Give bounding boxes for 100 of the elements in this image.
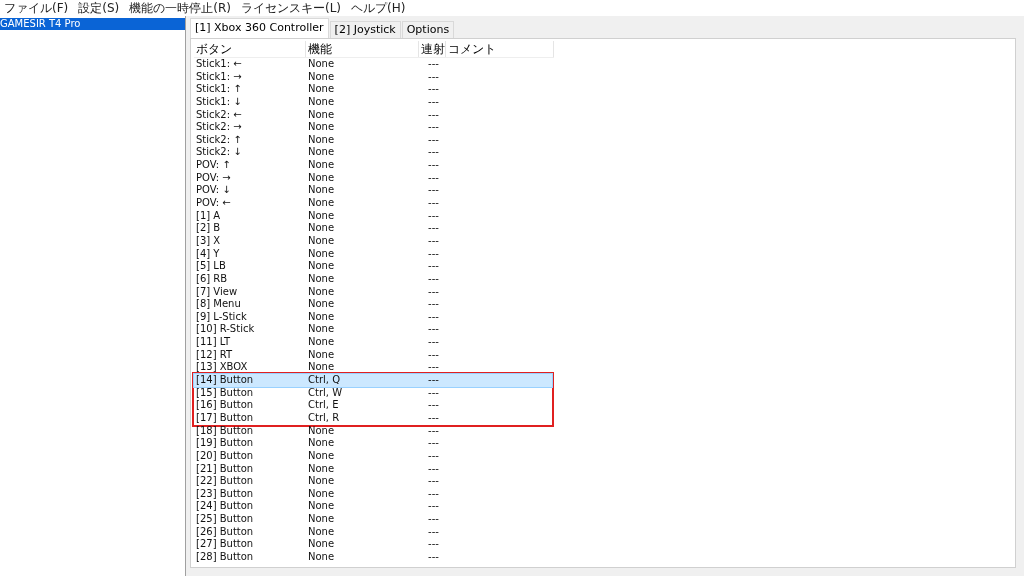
- table-row[interactable]: POV: ↓ None ---: [194, 184, 552, 198]
- device-item[interactable]: GAMESIR T4 Pro: [0, 18, 185, 30]
- table-cell-text: [7] View: [195, 285, 239, 299]
- table-cell-text: ---: [427, 234, 440, 248]
- table-row[interactable]: [8] Menu None ---: [194, 298, 552, 311]
- table-cell-text: ---: [427, 348, 440, 362]
- table-cell-text: [9] L-Stick: [195, 310, 248, 324]
- table-cell-text: None: [307, 361, 336, 374]
- table-cell-text: None: [307, 260, 336, 273]
- table-row[interactable]: [21] Button None ---: [194, 462, 552, 476]
- menu-item[interactable]: ライセンスキー(L): [240, 0, 341, 16]
- table-cell-text: [13] XBOX: [195, 361, 249, 374]
- table-cell-text: ---: [427, 437, 440, 450]
- table-cell-text: [25] Button: [195, 513, 255, 526]
- table-cell-text: POV: ←: [195, 197, 232, 210]
- table-row[interactable]: [20] Button None ---: [194, 449, 552, 463]
- table-row[interactable]: [22] Button None ---: [194, 475, 552, 488]
- table-row[interactable]: [1] A None ---: [194, 209, 552, 223]
- table-cell-text: [27] Button: [195, 538, 255, 551]
- table-cell-text: ---: [427, 513, 440, 526]
- table-cell-text: ---: [427, 298, 440, 311]
- table-cell-text: ---: [427, 159, 440, 172]
- table-row[interactable]: Stick1: ↑ None ---: [194, 83, 552, 96]
- column-header[interactable]: 機能: [306, 41, 419, 57]
- tab[interactable]: [2] Joystick: [329, 21, 401, 38]
- table-row[interactable]: [15] Button Ctrl, W ---: [194, 386, 552, 400]
- table-row[interactable]: POV: ↑ None ---: [194, 159, 552, 172]
- table-row[interactable]: [10] R-Stick None ---: [194, 323, 552, 337]
- menu-item[interactable]: ヘルプ(H): [351, 0, 406, 16]
- table-row[interactable]: [28] Button None ---: [194, 551, 552, 564]
- table-row[interactable]: Stick1: ↓ None ---: [194, 95, 552, 109]
- table-row[interactable]: [26] Button None ---: [194, 525, 552, 539]
- table-row[interactable]: Stick2: ← None ---: [194, 108, 552, 122]
- table-row[interactable]: [13] XBOX None ---: [194, 361, 552, 374]
- table-cell-text: POV: ↓: [195, 184, 232, 198]
- table-cell-text: [11] LT: [195, 336, 231, 349]
- table-cell-text: None: [307, 197, 336, 210]
- table-cell-text: None: [307, 70, 336, 84]
- table-cell-text: ---: [427, 209, 440, 223]
- table-row[interactable]: Stick2: ↓ None ---: [194, 146, 552, 160]
- table-row[interactable]: [16] Button Ctrl, E ---: [194, 399, 552, 412]
- table-cell-text: None: [307, 348, 336, 362]
- table-cell-text: ---: [427, 399, 440, 412]
- table-cell-text: ---: [427, 538, 440, 551]
- column-header[interactable]: コメント: [446, 41, 554, 57]
- table-cell-text: [1] A: [195, 209, 222, 223]
- menu-item[interactable]: ファイル(F): [4, 0, 69, 16]
- table-row[interactable]: [25] Button None ---: [194, 513, 552, 526]
- table-cell-text: [10] R-Stick: [195, 323, 256, 337]
- table-cell-text: [14] Button: [195, 374, 255, 387]
- table-cell-text: ---: [427, 58, 440, 71]
- table-row[interactable]: POV: ← None ---: [194, 197, 552, 210]
- table-row[interactable]: [12] RT None ---: [194, 348, 552, 362]
- table-row[interactable]: Stick2: ↑ None ---: [194, 133, 552, 147]
- table-cell-text: ---: [427, 411, 440, 425]
- table-cell-text: None: [307, 146, 336, 160]
- table-cell-text: None: [307, 462, 336, 476]
- table-row[interactable]: [23] Button None ---: [194, 487, 552, 501]
- table-cell-text: None: [307, 95, 336, 109]
- table-cell-text: Ctrl, R: [307, 411, 341, 425]
- table-cell-text: ---: [427, 260, 440, 273]
- table-row[interactable]: [2] B None ---: [194, 222, 552, 235]
- table-row[interactable]: Stick2: → None ---: [194, 121, 552, 134]
- table-row[interactable]: [3] X None ---: [194, 234, 552, 248]
- table-row[interactable]: [6] RB None ---: [194, 272, 552, 286]
- table-row[interactable]: [18] Button None ---: [194, 424, 552, 438]
- table-cell-text: ---: [427, 310, 440, 324]
- column-header[interactable]: ボタン: [194, 41, 306, 57]
- table-row[interactable]: [14] Button Ctrl, Q ---: [194, 374, 552, 387]
- table-cell-text: [12] RT: [195, 348, 234, 362]
- table-row[interactable]: [24] Button None ---: [194, 500, 552, 514]
- table-row[interactable]: [4] Y None ---: [194, 247, 552, 261]
- table-cell-text: Ctrl, E: [307, 399, 340, 412]
- tab[interactable]: Options: [401, 21, 455, 38]
- table-cell-text: None: [307, 272, 336, 286]
- table-row[interactable]: POV: → None ---: [194, 171, 552, 185]
- menu-item[interactable]: 機能の一時停止(R): [129, 0, 231, 16]
- tab[interactable]: [1] Xbox 360 Controller: [190, 18, 329, 38]
- table-cell-text: ---: [427, 361, 440, 374]
- table-cell-text: Stick2: ←: [195, 108, 243, 122]
- table-row[interactable]: Stick1: → None ---: [194, 70, 552, 84]
- table-row[interactable]: [11] LT None ---: [194, 336, 552, 349]
- table-cell-text: Stick2: ↓: [195, 146, 243, 160]
- table-cell-text: [21] Button: [195, 462, 255, 476]
- table-row[interactable]: [9] L-Stick None ---: [194, 310, 552, 324]
- table-cell-text: ---: [427, 146, 440, 160]
- table-row[interactable]: [5] LB None ---: [194, 260, 552, 273]
- table-cell-text: ---: [427, 487, 440, 501]
- table-row[interactable]: [27] Button None ---: [194, 538, 552, 551]
- table-cell-text: None: [307, 83, 336, 96]
- table-row[interactable]: [19] Button None ---: [194, 437, 552, 450]
- table-row[interactable]: [7] View None ---: [194, 285, 552, 299]
- menu-item[interactable]: 設定(S): [78, 0, 120, 16]
- table-cell-text: None: [307, 58, 336, 71]
- column-header[interactable]: 連射: [419, 41, 446, 57]
- table-cell-text: Stick1: ↑: [195, 83, 243, 96]
- table-row[interactable]: [17] Button Ctrl, R ---: [194, 411, 552, 425]
- table-cell-text: [17] Button: [195, 411, 255, 425]
- table-cell-text: [18] Button: [195, 424, 255, 438]
- table-row[interactable]: Stick1: ← None ---: [194, 58, 552, 71]
